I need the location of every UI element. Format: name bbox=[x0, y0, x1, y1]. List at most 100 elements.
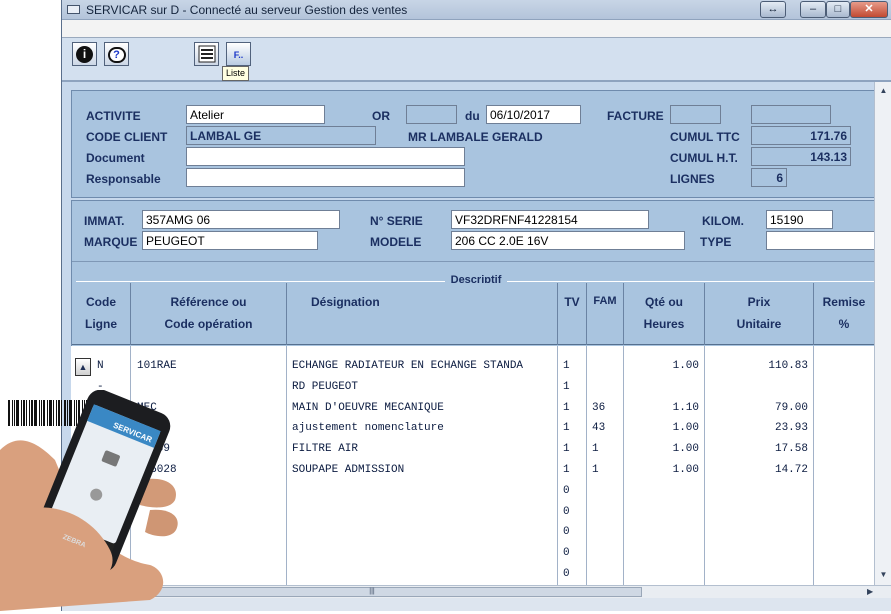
function-key-button[interactable]: F.. bbox=[226, 42, 251, 66]
grid-cell-tv[interactable]: 0 bbox=[563, 547, 583, 559]
toolbar: i ? F.. bbox=[62, 38, 891, 82]
grid-header: Code Ligne Référence ou Code opération Dés… bbox=[72, 283, 874, 345]
row-selector-button[interactable]: ▲ bbox=[75, 358, 91, 376]
col-header-quantity[interactable]: Qté ou Heures bbox=[624, 283, 705, 345]
serie-field[interactable]: VF32DRFNF41228154 bbox=[451, 210, 649, 229]
col-header-tv[interactable]: TV bbox=[558, 283, 587, 345]
col-header-code[interactable]: Code Ligne bbox=[72, 283, 131, 345]
function-key-icon: F.. bbox=[233, 50, 244, 60]
code-client-field[interactable]: LAMBAL GE bbox=[186, 126, 376, 145]
cumul-ht-label: CUMUL H.T. bbox=[670, 151, 738, 165]
facture-field[interactable] bbox=[670, 105, 721, 124]
marque-field[interactable]: PEUGEOT bbox=[142, 231, 318, 250]
facture-label: FACTURE bbox=[607, 109, 664, 123]
help-button[interactable]: ? bbox=[104, 42, 129, 66]
grid-cell-ref[interactable]: 101RAE bbox=[137, 360, 287, 372]
kilom-label: KILOM. bbox=[702, 214, 744, 228]
scroll-up-icon[interactable]: ▲ bbox=[875, 84, 891, 98]
grid-cell-des[interactable]: RD PEUGEOT bbox=[292, 381, 554, 393]
grid-cell-tv[interactable]: 0 bbox=[563, 485, 583, 497]
grid-cell-tv[interactable]: 1 bbox=[563, 443, 583, 455]
grid-cell-tv[interactable]: 1 bbox=[563, 422, 583, 434]
responsable-label: Responsable bbox=[86, 172, 161, 186]
help-icon: ? bbox=[107, 47, 126, 63]
document-field[interactable] bbox=[186, 147, 465, 166]
grid-cell-prix[interactable]: 79.00 bbox=[708, 402, 808, 414]
grid-cell-des[interactable]: ajustement nomenclature bbox=[292, 422, 554, 434]
grid-cell-qte[interactable]: 1.00 bbox=[627, 464, 699, 476]
kilom-field[interactable]: 15190 bbox=[766, 210, 833, 229]
col-header-text: Ligne bbox=[85, 317, 117, 331]
grid-cell-des[interactable]: ECHANGE RADIATEUR EN ECHANGE STANDA bbox=[292, 360, 554, 372]
responsable-field[interactable] bbox=[186, 168, 465, 187]
grid-cell-tv[interactable]: 1 bbox=[563, 360, 583, 372]
type-label: TYPE bbox=[700, 235, 732, 249]
activite-label: ACTIVITE bbox=[86, 109, 141, 123]
col-header-text: Remise bbox=[822, 295, 866, 309]
col-header-fam[interactable]: FAM bbox=[587, 283, 624, 345]
grid-cell-fam[interactable]: 36 bbox=[592, 402, 622, 414]
activite-field[interactable]: Atelier bbox=[186, 105, 325, 124]
cumul-ht-field: 143.13 bbox=[751, 147, 851, 166]
date-field[interactable]: 06/10/2017 bbox=[486, 105, 581, 124]
facture-field-2[interactable] bbox=[751, 105, 831, 124]
grid-cell-prix[interactable]: 23.93 bbox=[708, 422, 808, 434]
grid-cell-qte[interactable]: 1.00 bbox=[627, 443, 699, 455]
grid-cell-fam[interactable]: 1 bbox=[592, 464, 622, 476]
marque-label: MARQUE bbox=[84, 235, 138, 249]
grid-cell-tv[interactable]: 0 bbox=[563, 506, 583, 518]
info-icon: i bbox=[76, 46, 93, 63]
divider bbox=[72, 261, 878, 262]
menu-bar bbox=[62, 20, 891, 38]
modele-label: MODELE bbox=[370, 235, 422, 249]
close-button[interactable]: ✕ bbox=[850, 1, 888, 18]
grid-cell-tv[interactable]: 1 bbox=[563, 464, 583, 476]
col-header-text: Référence ou bbox=[170, 295, 247, 309]
order-header-panel: ACTIVITE Atelier OR du 06/10/2017 FACTUR… bbox=[71, 90, 879, 198]
vertical-scrollbar[interactable]: ▲ ▼ bbox=[874, 82, 891, 585]
col-header-price[interactable]: Prix Unitaire bbox=[705, 283, 814, 345]
scroll-down-icon[interactable]: ▼ bbox=[875, 568, 891, 582]
lignes-label: LIGNES bbox=[670, 172, 715, 186]
client-name: MR LAMBALE GERALD bbox=[408, 130, 543, 144]
modele-field[interactable]: 206 CC 2.0E 16V bbox=[451, 231, 685, 250]
grid-cell-qte[interactable]: 1.00 bbox=[627, 422, 699, 434]
maximize-button[interactable]: □ bbox=[826, 1, 850, 18]
col-header-text: Unitaire bbox=[736, 317, 782, 331]
grid-cell-qte[interactable]: 1.00 bbox=[627, 360, 699, 372]
document-label: Document bbox=[86, 151, 145, 165]
grid-cell-tv[interactable]: 1 bbox=[563, 381, 583, 393]
grid-cell-des[interactable]: SOUPAPE ADMISSION bbox=[292, 464, 554, 476]
grid-cell-des[interactable]: MAIN D'OEUVRE MECANIQUE bbox=[292, 402, 554, 414]
du-label: du bbox=[465, 109, 480, 123]
grid-cell-prix[interactable]: 17.58 bbox=[708, 443, 808, 455]
immat-label: IMMAT. bbox=[84, 214, 125, 228]
col-header-discount[interactable]: Remise% bbox=[814, 283, 874, 345]
list-button[interactable] bbox=[194, 42, 219, 66]
info-button[interactable]: i bbox=[72, 42, 97, 66]
col-header-text: FAM bbox=[593, 295, 617, 307]
grid-cell-fam[interactable]: 1 bbox=[592, 443, 622, 455]
list-tooltip: Liste bbox=[222, 66, 250, 81]
grid-cell-qte[interactable]: 1.10 bbox=[627, 402, 699, 414]
or-field[interactable] bbox=[406, 105, 457, 124]
minimize-button[interactable]: – bbox=[800, 1, 826, 18]
col-header-text: Prix bbox=[747, 295, 771, 309]
type-field[interactable] bbox=[766, 231, 878, 250]
grid-cell-code[interactable]: N bbox=[97, 360, 127, 372]
scroll-right-icon[interactable]: ▶ bbox=[867, 586, 873, 598]
col-header-text: Qté ou bbox=[645, 295, 683, 309]
col-header-designation[interactable]: Désignation bbox=[287, 283, 558, 345]
grid-cell-des[interactable]: FILTRE AIR bbox=[292, 443, 554, 455]
col-header-text: Désignation bbox=[311, 295, 380, 309]
grid-cell-tv[interactable]: 0 bbox=[563, 526, 583, 538]
grid-cell-tv[interactable]: 1 bbox=[563, 402, 583, 414]
resize-button[interactable]: ↔ bbox=[760, 1, 786, 18]
grid-cell-tv[interactable]: 0 bbox=[563, 568, 583, 580]
grid-cell-prix[interactable]: 110.83 bbox=[708, 360, 808, 372]
grid-cell-prix[interactable]: 14.72 bbox=[708, 464, 808, 476]
col-header-text: Heures bbox=[643, 317, 685, 331]
immat-field[interactable]: 357AMG 06 bbox=[142, 210, 340, 229]
col-header-reference[interactable]: Référence ou Code opération bbox=[131, 283, 287, 345]
grid-cell-fam[interactable]: 43 bbox=[592, 422, 622, 434]
